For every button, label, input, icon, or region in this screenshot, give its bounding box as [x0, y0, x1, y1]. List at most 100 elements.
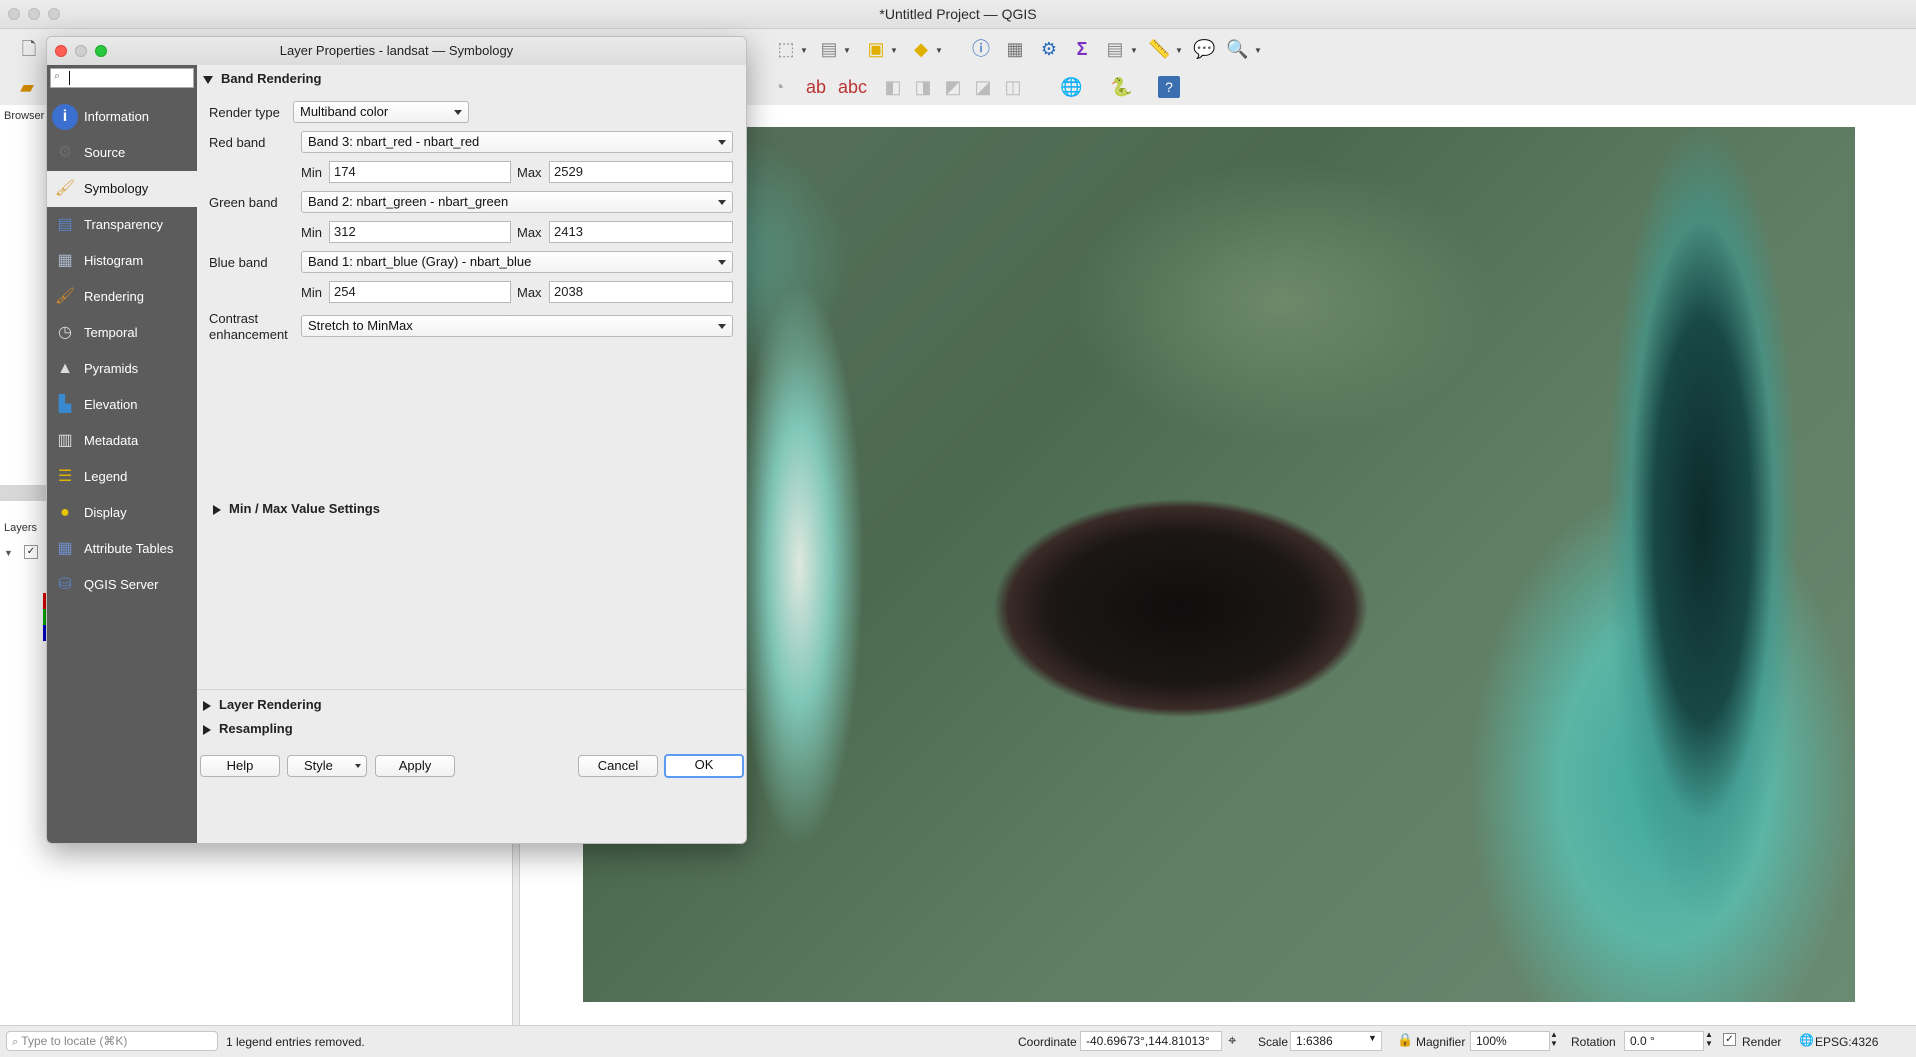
- sidebar-item-source[interactable]: ⚙ Source: [47, 135, 197, 171]
- enhancement-label: enhancement: [209, 327, 288, 342]
- render-type-select[interactable]: Multiband color: [293, 101, 469, 123]
- chevron-down-icon: [718, 324, 726, 329]
- sidebar-item-label: Pyramids: [84, 361, 139, 376]
- chevron-down-icon: [718, 200, 726, 205]
- dialog-titlebar: Layer Properties - landsat — Symbology: [47, 37, 746, 66]
- rotation-field[interactable]: 0.0 °: [1624, 1031, 1704, 1051]
- sidebar-item-display[interactable]: ● Display: [47, 495, 197, 531]
- sidebar-item-histogram[interactable]: ▦ Histogram: [47, 243, 197, 279]
- locator-search-field[interactable]: ⌕ Type to locate (⌘K): [6, 1031, 218, 1051]
- chevron-down-icon[interactable]: ▼: [843, 46, 851, 55]
- chevron-down-icon[interactable]: ▼: [1130, 46, 1138, 55]
- ok-button[interactable]: OK: [664, 754, 744, 778]
- rotation-stepper[interactable]: ▲ ▼: [1705, 1030, 1713, 1048]
- pin-label-icon[interactable]: ◧: [882, 76, 904, 98]
- expand-layer-icon[interactable]: ▼: [4, 548, 16, 558]
- band-rendering-header[interactable]: Band Rendering: [203, 71, 321, 86]
- select-features-icon[interactable]: ⬚: [775, 38, 797, 60]
- statistics-sigma-icon[interactable]: Σ: [1071, 38, 1093, 60]
- elevation-icon: ▙: [58, 396, 72, 413]
- deselect-features-icon[interactable]: ▣: [865, 38, 887, 60]
- red-max-field[interactable]: 2529: [549, 161, 733, 183]
- sidebar-search-input[interactable]: ⌕: [50, 68, 194, 88]
- zoom-tool-icon[interactable]: 🔍: [1226, 38, 1248, 60]
- chevron-down-icon[interactable]: ▼: [1368, 1033, 1377, 1043]
- resampling-header[interactable]: Resampling: [203, 721, 293, 736]
- chevron-down-icon[interactable]: ▼: [890, 46, 898, 55]
- label-tool-icon[interactable]: ◔: [768, 76, 790, 98]
- label-toggle-icon[interactable]: abc: [838, 76, 867, 98]
- data-source-manager-icon[interactable]: ▰: [16, 76, 38, 98]
- sidebar-item-label: Attribute Tables: [84, 541, 174, 556]
- browser-scroll-region[interactable]: [0, 485, 46, 501]
- sidebar-item-attribute-tables[interactable]: ▦ Attribute Tables: [47, 531, 197, 567]
- sidebar-item-pyramids[interactable]: ▲ Pyramids: [47, 351, 197, 387]
- change-label-icon[interactable]: ◫: [1002, 76, 1024, 98]
- red-band-label: Red band: [209, 135, 266, 150]
- globe-plugin-icon[interactable]: 🌐: [1060, 76, 1082, 98]
- label-highlight-icon[interactable]: ab: [805, 76, 827, 98]
- new-project-icon[interactable]: 🗋: [18, 38, 40, 60]
- coordinate-field[interactable]: -40.69673°,144.81013°: [1080, 1031, 1222, 1051]
- sidebar-item-label: Metadata: [84, 433, 139, 448]
- rotate-label-icon[interactable]: ◪: [972, 76, 994, 98]
- select-location-icon[interactable]: ◆: [910, 38, 932, 60]
- chevron-down-icon[interactable]: ▼: [935, 46, 943, 55]
- measure-ruler-icon[interactable]: 📏: [1148, 38, 1170, 60]
- crs-label[interactable]: EPSG:4326: [1815, 1035, 1878, 1049]
- map-tips-icon[interactable]: 💬: [1193, 38, 1215, 60]
- red-min-field[interactable]: 174: [329, 161, 511, 183]
- help-contents-icon[interactable]: ?: [1158, 76, 1180, 98]
- render-checkbox[interactable]: ✓: [1723, 1033, 1736, 1046]
- field-calculator-icon[interactable]: ▤: [1104, 38, 1126, 60]
- sidebar-item-label: Source: [84, 145, 126, 160]
- chevron-down-icon[interactable]: ▼: [800, 46, 808, 55]
- green-min-field[interactable]: 312: [329, 221, 511, 243]
- attribute-table-icon[interactable]: ▦: [1004, 38, 1026, 60]
- layer-rendering-header[interactable]: Layer Rendering: [203, 697, 322, 712]
- move-label-icon[interactable]: ◩: [942, 76, 964, 98]
- sidebar-item-legend[interactable]: ☰ Legend: [47, 459, 197, 495]
- search-value: [69, 71, 70, 85]
- sidebar-item-transparency[interactable]: ▤ Transparency: [47, 207, 197, 243]
- magnifier-field[interactable]: 100%: [1470, 1031, 1550, 1051]
- sidebar-item-temporal[interactable]: ◷ Temporal: [47, 315, 197, 351]
- lock-icon[interactable]: 🔒: [1397, 1032, 1413, 1048]
- select-by-value-icon[interactable]: ▤: [818, 38, 840, 60]
- sidebar-item-metadata[interactable]: ▥ Metadata: [47, 423, 197, 459]
- minmax-settings-header[interactable]: Min / Max Value Settings: [213, 501, 380, 516]
- layer-visibility-checkbox[interactable]: ✓: [24, 545, 38, 559]
- cancel-button[interactable]: Cancel: [578, 755, 658, 777]
- toggle-extents-icon[interactable]: ⌖: [1228, 1032, 1236, 1049]
- blue-band-select[interactable]: Band 1: nbart_blue (Gray) - nbart_blue: [301, 251, 733, 273]
- green-max-field[interactable]: 2413: [549, 221, 733, 243]
- style-menu-button[interactable]: Style: [287, 755, 367, 777]
- blue-max-field[interactable]: 2038: [549, 281, 733, 303]
- sidebar-item-rendering[interactable]: 🖌 Rendering: [47, 279, 197, 315]
- landsat-raster-image[interactable]: [583, 127, 1855, 1002]
- blue-min-field[interactable]: 254: [329, 281, 511, 303]
- legend-icon: ☰: [57, 468, 73, 485]
- identify-features-icon[interactable]: ⓘ: [970, 38, 992, 60]
- sidebar-item-information[interactable]: i Information: [47, 99, 197, 135]
- chevron-down-icon[interactable]: ▼: [1254, 46, 1262, 55]
- chevron-down-icon[interactable]: ▼: [1175, 46, 1183, 55]
- show-label-icon[interactable]: ◨: [912, 76, 934, 98]
- sidebar-item-elevation[interactable]: ▙ Elevation: [47, 387, 197, 423]
- sidebar-item-label: Rendering: [84, 289, 144, 304]
- divider: [197, 689, 746, 690]
- python-console-icon[interactable]: 🐍: [1110, 76, 1132, 98]
- sidebar-item-qgis-server[interactable]: ⛁ QGIS Server: [47, 567, 197, 603]
- crs-globe-icon[interactable]: 🌐: [1799, 1033, 1814, 1047]
- contrast-enhancement-select[interactable]: Stretch to MinMax: [301, 315, 733, 337]
- toolbox-gear-icon[interactable]: ⚙: [1038, 38, 1060, 60]
- help-button[interactable]: Help: [200, 755, 280, 777]
- sidebar-item-label: Legend: [84, 469, 128, 484]
- sidebar-item-symbology[interactable]: 🖌 Symbology: [47, 171, 197, 207]
- green-band-select[interactable]: Band 2: nbart_green - nbart_green: [301, 191, 733, 213]
- magnifier-stepper[interactable]: ▲ ▼: [1550, 1030, 1558, 1048]
- red-band-select[interactable]: Band 3: nbart_red - nbart_red: [301, 131, 733, 153]
- apply-button[interactable]: Apply: [375, 755, 455, 777]
- layer-properties-dialog: Layer Properties - landsat — Symbology ⌕…: [46, 36, 747, 844]
- transparency-icon: ▤: [57, 216, 73, 233]
